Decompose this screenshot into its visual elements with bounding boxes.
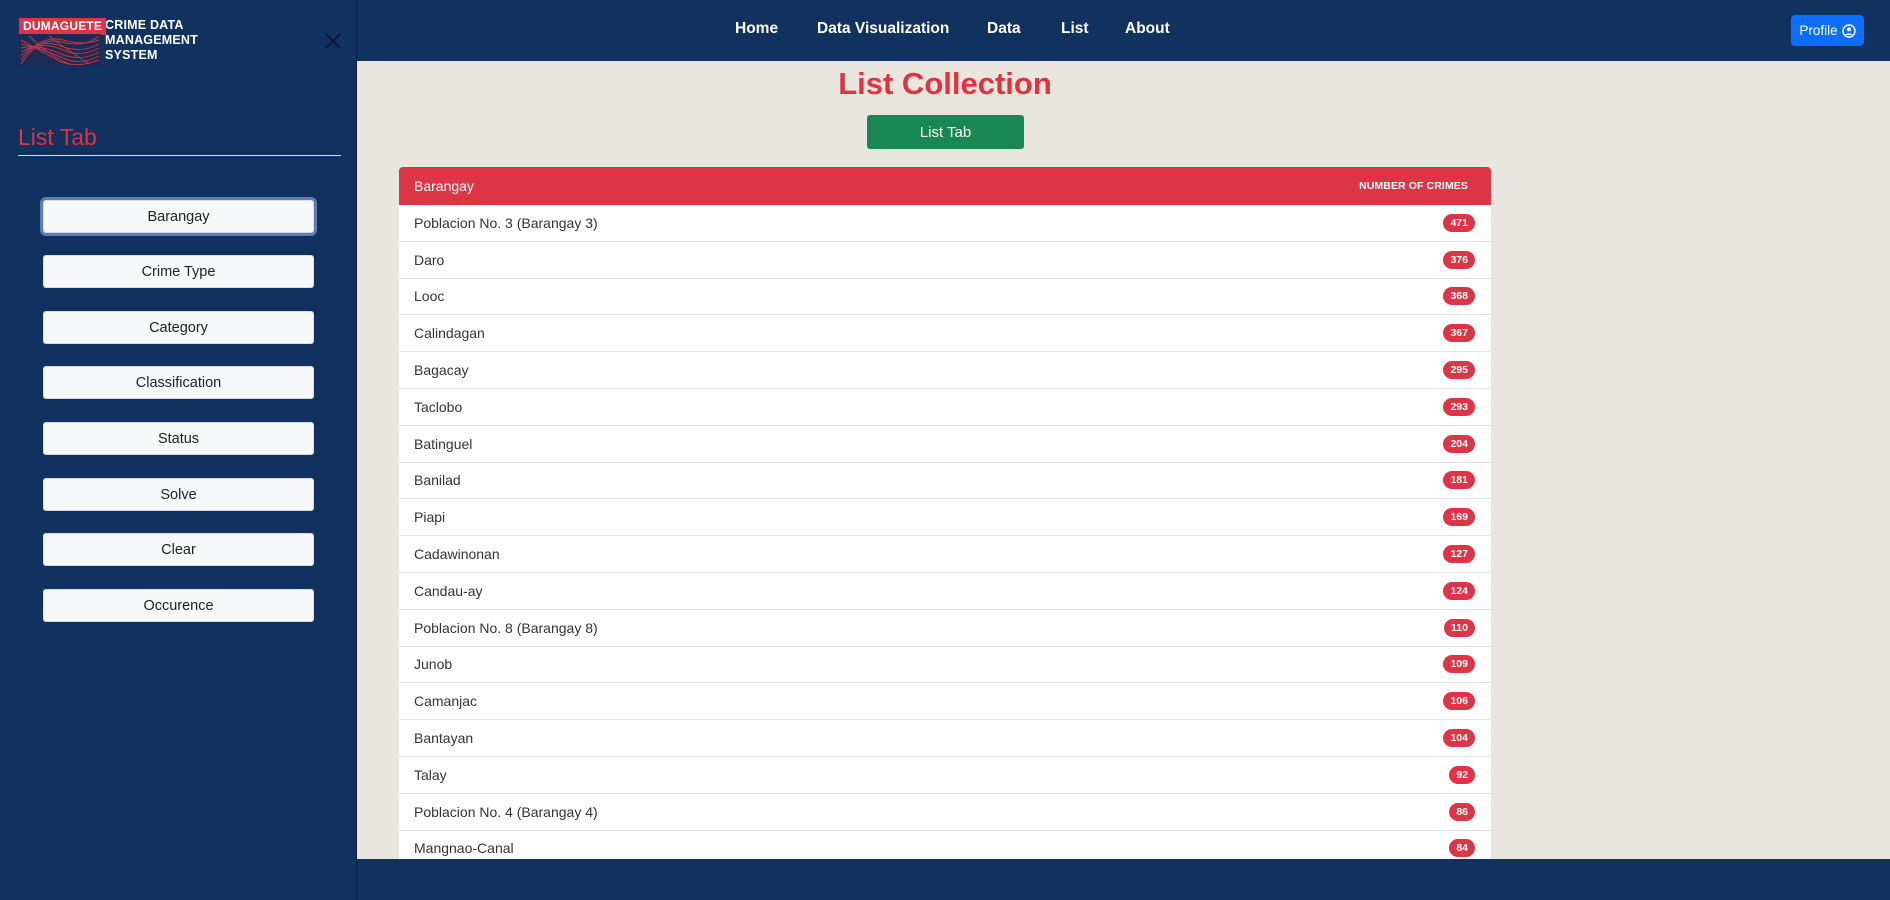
crime-count-badge: 110 [1444,618,1475,637]
nav-home[interactable]: Home [735,20,778,38]
brand-logo[interactable]: DUMAGUETE CRIME DATA MANAGEMENT SYSTEM [19,18,215,66]
barangay-name: Banilad [414,472,461,489]
crime-count-badge: 106 [1443,692,1475,711]
sidebar-title: List Tab [18,124,97,150]
table-row[interactable]: Talay 92 [399,757,1491,794]
table-row[interactable]: Taclobo 293 [399,389,1491,426]
table-row[interactable]: Junob 109 [399,647,1491,684]
sidebar-button-category[interactable]: Category [43,311,314,344]
table-header: Barangay NUMBER OF CRIMES [399,167,1491,205]
table-row[interactable]: Piapi 169 [399,499,1491,537]
barangay-name: Poblacion No. 8 (Barangay 8) [414,619,598,636]
table-row[interactable]: Banilad 181 [399,463,1491,500]
barangay-name: Batinguel [414,435,473,452]
crime-count-badge: 124 [1443,581,1475,600]
barangay-name: Looc [414,288,445,305]
nav-data[interactable]: Data [987,20,1021,38]
sidebar-button-classification[interactable]: Classification [43,366,314,399]
column-header-barangay: Barangay [414,178,474,194]
crime-count-badge: 169 [1443,508,1475,527]
table-row[interactable]: Candau-ay 124 [399,573,1491,610]
crime-count-badge: 181 [1443,471,1475,490]
table-row[interactable]: Mangnao-Canal 84 [399,831,1491,859]
nav-data-visualization[interactable]: Data Visualization [817,20,949,38]
crime-count-badge: 368 [1443,287,1475,306]
logo-mark: DUMAGUETE [19,18,107,66]
barangay-name: Junob [414,656,453,673]
barangay-name: Cadawinonan [414,546,500,563]
crime-count-badge: 84 [1449,839,1475,858]
sidebar-button-status[interactable]: Status [43,422,314,455]
table-row[interactable]: Daro 376 [399,242,1491,279]
brand-line-1: CRIME DATA [105,18,184,32]
table-row[interactable]: Poblacion No. 3 (Barangay 3) 471 [399,205,1491,242]
crime-count-badge: 293 [1443,397,1475,416]
top-navbar: Home Data Visualization Data List About … [357,0,1890,61]
sidebar-button-barangay[interactable]: Barangay [43,200,314,233]
barangay-list-card: Barangay NUMBER OF CRIMES Poblacion No. … [399,167,1491,859]
list-tab-button[interactable]: List Tab [867,115,1024,149]
column-header-crime-count: NUMBER OF CRIMES [1359,180,1468,192]
crime-count-badge: 86 [1449,802,1475,821]
crime-count-badge: 204 [1443,434,1475,453]
crime-count-badge: 471 [1443,213,1475,232]
barangay-name: Candau-ay [414,582,483,599]
crime-count-badge: 109 [1443,655,1475,674]
table-row[interactable]: Cadawinonan 127 [399,536,1491,573]
crime-count-badge: 127 [1443,545,1475,564]
brand-line-2: MANAGEMENT [105,33,198,47]
barangay-name: Bagacay [414,362,469,379]
crime-count-badge: 92 [1449,765,1475,784]
nav-list[interactable]: List [1061,20,1089,38]
table-row[interactable]: Poblacion No. 4 (Barangay 4) 86 [399,794,1491,831]
sidebar-button-solve[interactable]: Solve [43,478,314,511]
profile-label: Profile [1799,23,1838,38]
crime-count-badge: 376 [1443,250,1475,269]
sidebar-button-occurence[interactable]: Occurence [43,589,314,622]
crime-count-badge: 295 [1443,361,1475,380]
fingerprint-icon [19,34,101,66]
brand-title: CRIME DATA MANAGEMENT SYSTEM [105,18,215,63]
barangay-name: Calindagan [414,325,485,342]
barangay-name: Poblacion No. 3 (Barangay 3) [414,214,598,231]
page-title: List Collection [838,66,1052,101]
crime-count-badge: 367 [1443,324,1475,343]
barangay-name: Bantayan [414,730,474,747]
crime-count-badge: 104 [1443,729,1475,748]
barangay-name: Daro [414,251,445,268]
nav-about[interactable]: About [1125,20,1170,38]
barangay-name: Poblacion No. 4 (Barangay 4) [414,803,598,820]
barangay-name: Taclobo [414,398,463,415]
logo-tag: DUMAGUETE [19,18,107,35]
table-row[interactable]: Calindagan 367 [399,315,1491,353]
profile-button[interactable]: Profile [1791,15,1864,46]
table-row[interactable]: Bantayan 104 [399,720,1491,757]
sidebar-button-crime-type[interactable]: Crime Type [43,255,314,288]
sidebar: DUMAGUETE CRIME DATA MANAGEMENT SYSTEM L… [0,0,357,900]
barangay-name: Talay [414,766,447,783]
table-row[interactable]: Looc 368 [399,279,1491,316]
sidebar-divider [18,155,341,156]
table-row[interactable]: Bagacay 295 [399,352,1491,389]
table-row[interactable]: Batinguel 204 [399,426,1491,463]
sidebar-button-clear[interactable]: Clear [43,533,314,566]
table-body: Poblacion No. 3 (Barangay 3) 471 Daro 376 Lo… [399,205,1491,859]
brand-line-3: SYSTEM [105,48,158,62]
barangay-name: Camanjac [414,693,478,710]
close-icon[interactable] [324,32,342,50]
table-row[interactable]: Poblacion No. 8 (Barangay 8) 110 [399,610,1491,647]
table-row[interactable]: Camanjac 106 [399,683,1491,721]
barangay-name: Piapi [414,509,446,526]
user-circle-icon [1841,23,1856,38]
barangay-name: Mangnao-Canal [414,840,514,857]
bottom-bar [357,859,1890,900]
